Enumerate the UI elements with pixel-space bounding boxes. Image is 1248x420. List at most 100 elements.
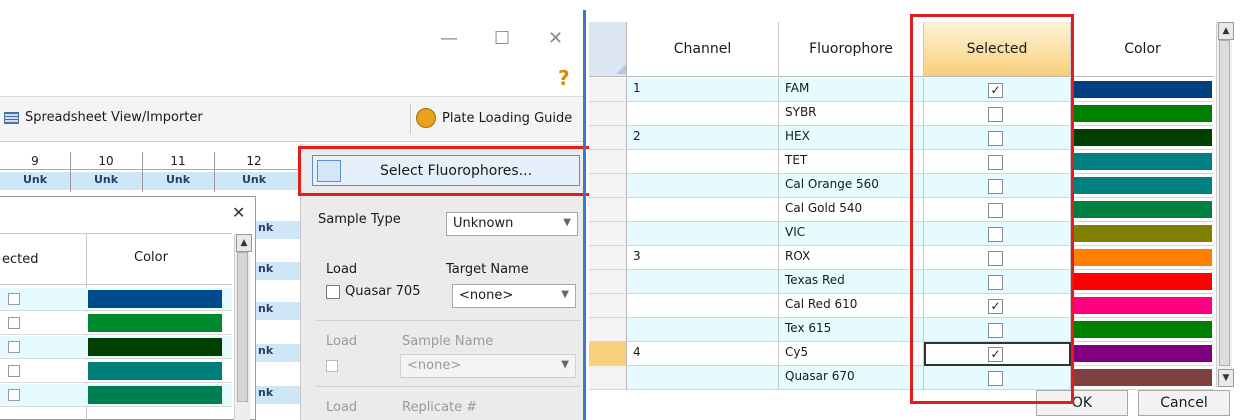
dialog-color-swatch[interactable] [88,314,222,332]
cell-fluorophore: SYBR [779,102,924,126]
cell-channel: 2 [627,126,779,150]
plate-well[interactable]: nk [256,302,300,320]
checkbox-box[interactable] [326,284,340,299]
row-selector[interactable] [589,78,627,102]
cell-channel: 3 [627,246,779,270]
cell-fluorophore: Cy5 [779,342,924,366]
row-selector[interactable] [589,174,627,198]
dialog-row-checkbox[interactable] [8,365,20,377]
spreadsheet-view-label: Spreadsheet View/Importer [25,110,203,125]
plate-well[interactable]: nk [256,221,300,239]
maximize-button[interactable]: ☐ [494,28,510,49]
plate-well[interactable]: Unk [70,173,142,186]
spreadsheet-view-button[interactable]: Spreadsheet View/Importer [4,110,203,125]
cell-color[interactable] [1071,366,1214,390]
dialog-col-color: Color [134,250,168,265]
quasar-checkbox[interactable]: Quasar 705 [326,284,420,299]
cell-color[interactable] [1071,222,1214,246]
plate-well[interactable]: Unk [214,173,294,186]
target-name-dropdown[interactable]: <none> ▼ [452,284,576,308]
cell-fluorophore: Tex 615 [779,318,924,342]
dialog-row-checkbox[interactable] [8,317,20,329]
cell-color[interactable] [1071,294,1214,318]
row-selector[interactable] [589,198,627,222]
col-header-fluorophore[interactable]: Fluorophore [779,22,924,77]
table-scrollbar[interactable]: ▲ ▼ [1216,22,1234,387]
plate-well[interactable]: nk [256,386,300,404]
dialog-close-icon[interactable]: ✕ [232,203,245,222]
cell-fluorophore: TET [779,150,924,174]
cell-color[interactable] [1071,198,1214,222]
chevron-down-icon: ▼ [561,289,569,300]
plate-well[interactable]: nk [256,344,300,362]
sample-type-label: Sample Type [318,212,401,227]
dialog-color-swatch[interactable] [88,338,222,356]
row-selector[interactable] [589,126,627,150]
col-header-channel[interactable]: Channel [627,22,779,77]
cell-color[interactable] [1071,78,1214,102]
plate-well[interactable]: nk [256,262,300,280]
color-swatch [1073,105,1212,122]
dialog-color-swatch[interactable] [88,290,222,308]
cell-color[interactable] [1071,270,1214,294]
scroll-thumb[interactable] [1219,40,1230,366]
plate-col-10[interactable]: 10 [70,154,142,170]
cell-color[interactable] [1071,342,1214,366]
cell-color[interactable] [1071,126,1214,150]
scroll-up-icon[interactable]: ▲ [236,234,252,252]
row-selector[interactable] [589,366,627,390]
color-swatch [1073,345,1212,362]
grid-line [70,152,71,192]
sample-name-label: Sample Name [402,334,494,349]
row-selector[interactable] [589,342,627,366]
help-icon[interactable]: ? [558,66,570,90]
scroll-thumb[interactable] [237,252,248,402]
dialog-scrollbar[interactable]: ▲ [234,234,252,420]
plate-col-12[interactable]: 12 [214,154,294,170]
cell-fluorophore: Texas Red [779,270,924,294]
panel-divider [316,320,580,321]
cell-channel [627,366,779,390]
grid-line [142,152,143,192]
cell-color[interactable] [1071,150,1214,174]
close-button[interactable]: ✕ [548,28,563,49]
cell-channel: 4 [627,342,779,366]
cell-color[interactable] [1071,246,1214,270]
load-sample-label: Load [326,334,358,349]
cell-channel: 1 [627,78,779,102]
scroll-down-icon[interactable]: ▼ [1218,369,1234,387]
row-selector[interactable] [589,150,627,174]
color-swatch [1073,297,1212,314]
plate-loading-guide-button[interactable]: Plate Loading Guide [416,108,572,128]
cancel-button[interactable]: Cancel [1138,390,1230,416]
dialog-color-swatch[interactable] [88,362,222,380]
dialog-row-checkbox[interactable] [8,293,20,305]
load-target-label: Load [326,262,358,277]
row-selector[interactable] [589,102,627,126]
plate-col-11[interactable]: 11 [142,154,214,170]
plate-well[interactable]: Unk [0,173,70,186]
cell-color[interactable] [1071,102,1214,126]
dialog-col-selected: ected [2,252,39,267]
dialog-color-swatch[interactable] [88,386,222,404]
color-swatch [1073,201,1212,218]
scroll-up-icon[interactable]: ▲ [1218,22,1234,40]
dialog-row-checkbox[interactable] [8,341,20,353]
row-selector[interactable] [589,222,627,246]
dialog-row-checkbox[interactable] [8,389,20,401]
sample-name-dropdown[interactable]: <none> ▼ [400,354,576,378]
row-selector[interactable] [589,294,627,318]
row-selector[interactable] [589,318,627,342]
cell-color[interactable] [1071,318,1214,342]
chevron-down-icon: ▼ [561,359,569,370]
plate-well[interactable]: Unk [142,173,214,186]
color-swatch [1073,273,1212,290]
minimize-button[interactable]: — [440,28,458,49]
col-header-color[interactable]: Color [1071,22,1214,77]
row-selector[interactable] [589,246,627,270]
sample-load-checkbox[interactable] [326,360,338,372]
plate-col-9[interactable]: 9 [0,154,70,170]
sample-type-dropdown[interactable]: Unknown ▼ [446,212,578,236]
cell-color[interactable] [1071,174,1214,198]
row-selector[interactable] [589,270,627,294]
